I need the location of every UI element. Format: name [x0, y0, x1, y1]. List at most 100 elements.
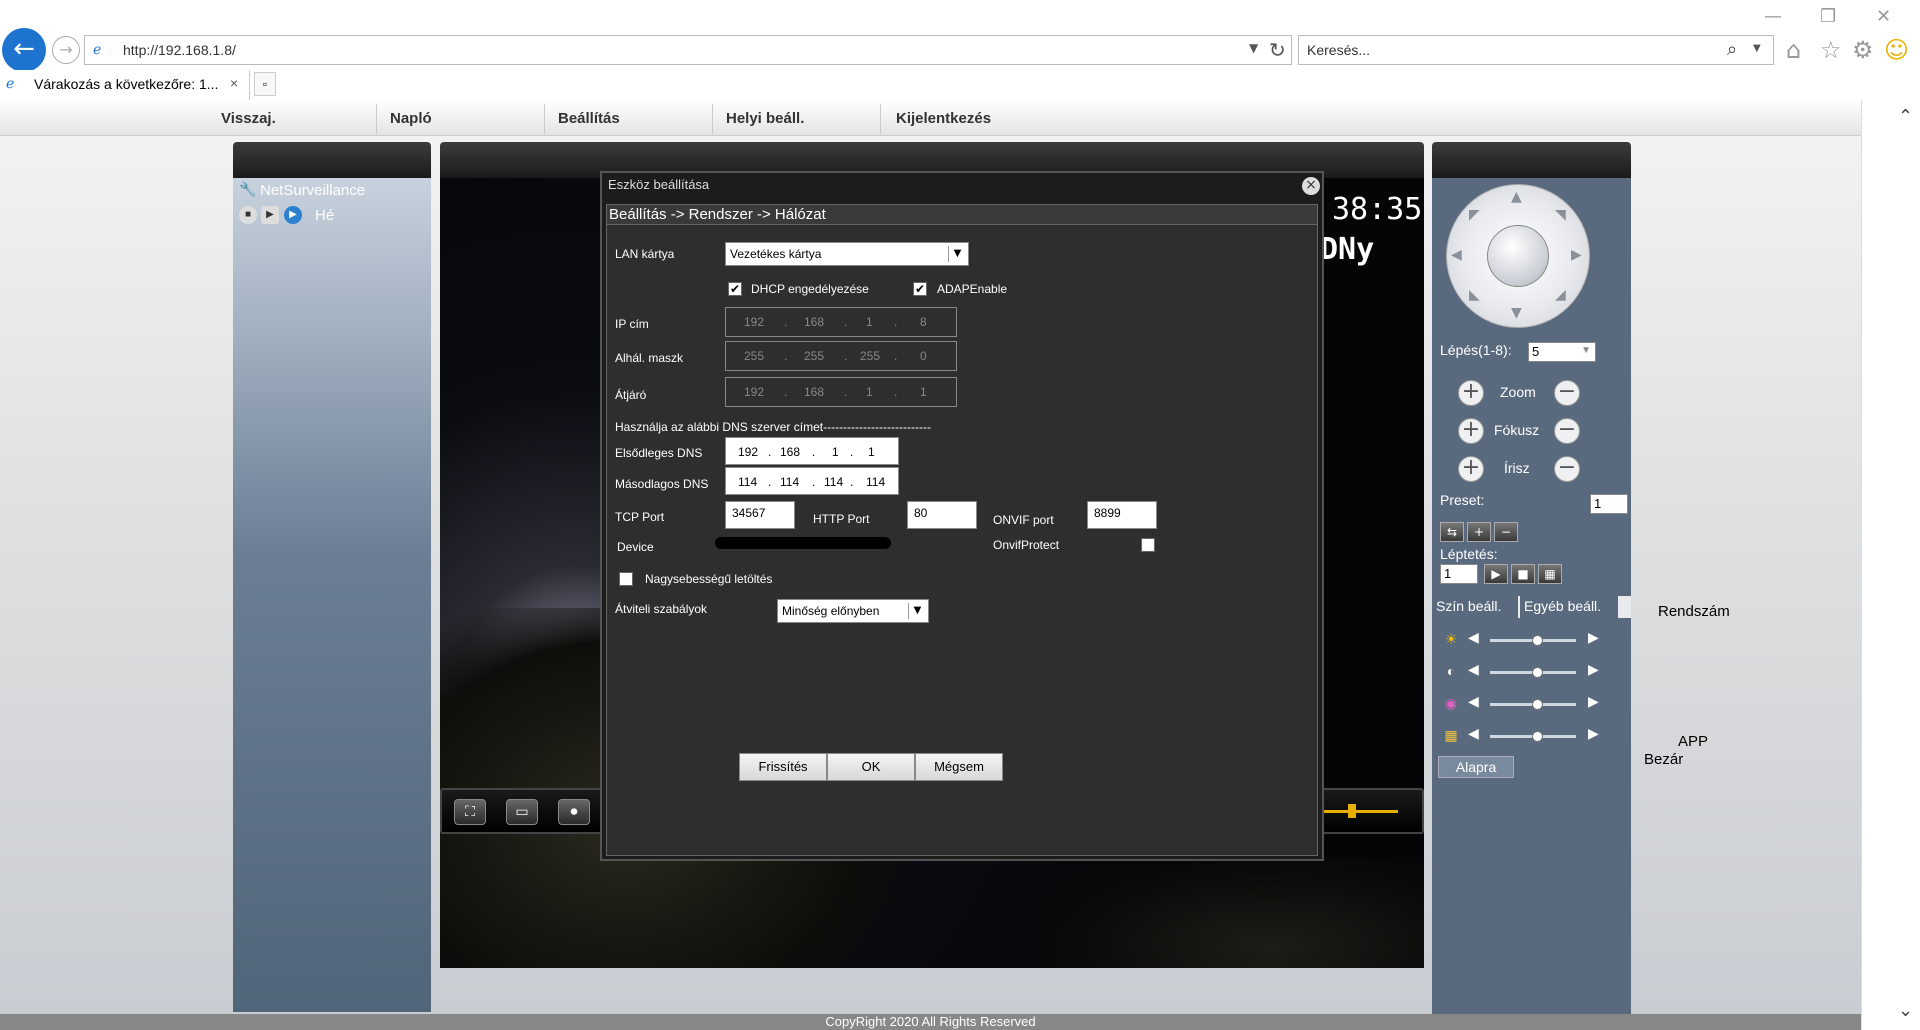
tab-close-icon[interactable]: × [230, 75, 238, 91]
preset-input[interactable]: 1 [1590, 494, 1628, 514]
ptz-pad[interactable]: ▲ ▼ ◀ ▶ ◤ ◥ ◣ ◢ [1446, 184, 1590, 328]
address-dropdown-icon[interactable]: ▼ [1249, 41, 1258, 55]
search-icon[interactable]: ⌕ [1727, 39, 1737, 60]
contrast-increase-icon[interactable]: ▶ [1588, 662, 1599, 678]
back-button[interactable]: ← [2, 28, 46, 72]
dns2-octet[interactable]: 114 [866, 475, 885, 489]
contrast-decrease-icon[interactable]: ◀ [1468, 662, 1479, 678]
dns1-octet[interactable]: 192 [738, 445, 758, 459]
gear-icon[interactable]: ⚙ [1852, 36, 1874, 64]
dns1-field[interactable]: 192. 168. 1. 1 [725, 437, 899, 465]
preset-remove-icon[interactable]: − [1494, 522, 1518, 542]
close-window-button[interactable]: ✕ [1876, 6, 1891, 27]
stop-icon[interactable]: ■ [239, 206, 257, 224]
saturation-knob[interactable] [1532, 699, 1543, 710]
minimize-button[interactable]: — [1764, 6, 1782, 27]
menu-log[interactable]: Napló [390, 110, 432, 127]
favorites-icon[interactable]: ☆ [1820, 36, 1842, 64]
scroll-up-icon[interactable]: ⌃ [1898, 106, 1913, 127]
scroll-track[interactable] [1900, 128, 1912, 998]
hue-increase-icon[interactable]: ▶ [1588, 726, 1599, 742]
ptz-upright-icon[interactable]: ◥ [1555, 207, 1566, 223]
ptz-center-button[interactable] [1487, 225, 1549, 287]
device-name[interactable]: NetSurveillance [260, 182, 365, 199]
brightness-decrease-icon[interactable]: ◀ [1468, 630, 1479, 646]
home-icon[interactable]: ⌂ [1786, 36, 1801, 64]
onvifprotect-checkbox[interactable] [1141, 538, 1155, 552]
step-select[interactable]: 5 ▼ [1528, 342, 1596, 362]
dns1-octet[interactable]: 1 [832, 445, 839, 459]
scroll-down-icon[interactable]: ⌄ [1898, 1000, 1913, 1021]
hue-knob[interactable] [1532, 731, 1543, 742]
http-port-input[interactable]: 80 [907, 501, 977, 529]
single-view-icon[interactable]: ▭ [506, 799, 538, 825]
saturation-decrease-icon[interactable]: ◀ [1468, 694, 1479, 710]
zoom-in-button[interactable]: + [1458, 380, 1484, 406]
dns1-octet[interactable]: 168 [780, 445, 800, 459]
adap-checkbox[interactable]: ✔ [913, 282, 927, 296]
onvif-port-input[interactable]: 8899 [1087, 501, 1157, 529]
ptz-up-icon[interactable]: ▲ [1511, 189, 1522, 205]
menu-logout[interactable]: Kijelentkezés [896, 110, 991, 127]
new-tab-button[interactable]: ▫ [254, 72, 276, 96]
transfer-select[interactable]: Minőség előnyben ▼ [777, 599, 929, 623]
cruise-grid-icon[interactable]: ▦ [1538, 564, 1562, 584]
tcp-port-input[interactable]: 34567 [725, 501, 795, 529]
channel-name[interactable]: Hé [315, 207, 334, 224]
focus-in-button[interactable]: + [1458, 418, 1484, 444]
dialog-close-button[interactable]: × [1302, 177, 1320, 195]
hue-decrease-icon[interactable]: ◀ [1468, 726, 1479, 742]
dns2-octet[interactable]: 114 [824, 475, 843, 489]
smiley-feedback-icon[interactable]: ☺ [1884, 36, 1909, 64]
menu-back[interactable]: Visszaj. [221, 110, 276, 127]
search-box[interactable]: Keresés... ⌕ ▼ [1298, 35, 1774, 65]
refresh-icon[interactable]: ↻ [1269, 38, 1286, 62]
focus-out-button[interactable]: − [1554, 418, 1580, 444]
fullscreen-icon[interactable]: ⛶ [454, 799, 486, 825]
dns1-octet[interactable]: 1 [868, 445, 875, 459]
ptz-downright-icon[interactable]: ◢ [1555, 287, 1566, 303]
cancel-button[interactable]: Mégsem [915, 753, 1003, 781]
close-link[interactable]: Bezár [1644, 751, 1683, 768]
iris-out-button[interactable]: − [1554, 456, 1580, 482]
rendszam-link[interactable]: Rendszám [1658, 603, 1730, 620]
menu-local-settings[interactable]: Helyi beáll. [726, 110, 804, 127]
record-icon[interactable]: ⏺ [558, 799, 590, 825]
iris-in-button[interactable]: + [1458, 456, 1484, 482]
cruise-play-icon[interactable]: ▶ [1484, 564, 1508, 584]
app-link[interactable]: APP [1678, 733, 1708, 750]
restore-button[interactable]: ❐ [1820, 6, 1836, 27]
ptz-downleft-icon[interactable]: ◣ [1469, 287, 1480, 303]
dns2-field[interactable]: 114. 114. 114. 114 [725, 467, 899, 495]
menu-settings[interactable]: Beállítás [558, 110, 620, 127]
ptz-upleft-icon[interactable]: ◤ [1469, 207, 1480, 223]
contrast-knob[interactable] [1532, 667, 1543, 678]
contrast-slider[interactable] [1490, 667, 1576, 678]
zoom-out-button[interactable]: − [1554, 380, 1580, 406]
search-dropdown-icon[interactable]: ▼ [1753, 43, 1761, 54]
brightness-knob[interactable] [1532, 635, 1543, 646]
saturation-increase-icon[interactable]: ▶ [1588, 694, 1599, 710]
brightness-increase-icon[interactable]: ▶ [1588, 630, 1599, 646]
dns2-octet[interactable]: 114 [780, 475, 799, 489]
preset-add-icon[interactable]: + [1467, 522, 1491, 542]
cruise-input[interactable]: 1 [1440, 564, 1478, 584]
ok-button[interactable]: OK [827, 753, 915, 781]
refresh-button[interactable]: Frissítés [739, 753, 827, 781]
tab-color-settings[interactable]: Szín beáll. [1432, 596, 1518, 618]
highspeed-checkbox[interactable] [619, 572, 633, 586]
forward-button[interactable]: → [52, 36, 80, 64]
vertical-scrollbar[interactable]: ⌃ ⌄ [1861, 100, 1920, 1030]
saturation-slider[interactable] [1490, 699, 1576, 710]
address-bar[interactable]: ℯ http://192.168.1.8/ ▼ ↻ [84, 35, 1292, 65]
preset-goto-icon[interactable]: ⇆ [1440, 522, 1464, 542]
default-button[interactable]: Alapra [1438, 756, 1514, 778]
tab-other-settings[interactable]: Egyéb beáll. [1518, 596, 1618, 618]
lan-select[interactable]: Vezetékes kártya ▼ [725, 242, 969, 266]
dhcp-checkbox[interactable]: ✔ [728, 282, 742, 296]
ptz-left-icon[interactable]: ◀ [1451, 247, 1462, 263]
cruise-stop-icon[interactable]: ■ [1511, 564, 1535, 584]
ptz-down-icon[interactable]: ▼ [1511, 305, 1522, 321]
brightness-slider[interactable] [1490, 635, 1576, 646]
browser-tab[interactable]: ℯ Várakozás a következőre: 1... × [0, 70, 250, 100]
